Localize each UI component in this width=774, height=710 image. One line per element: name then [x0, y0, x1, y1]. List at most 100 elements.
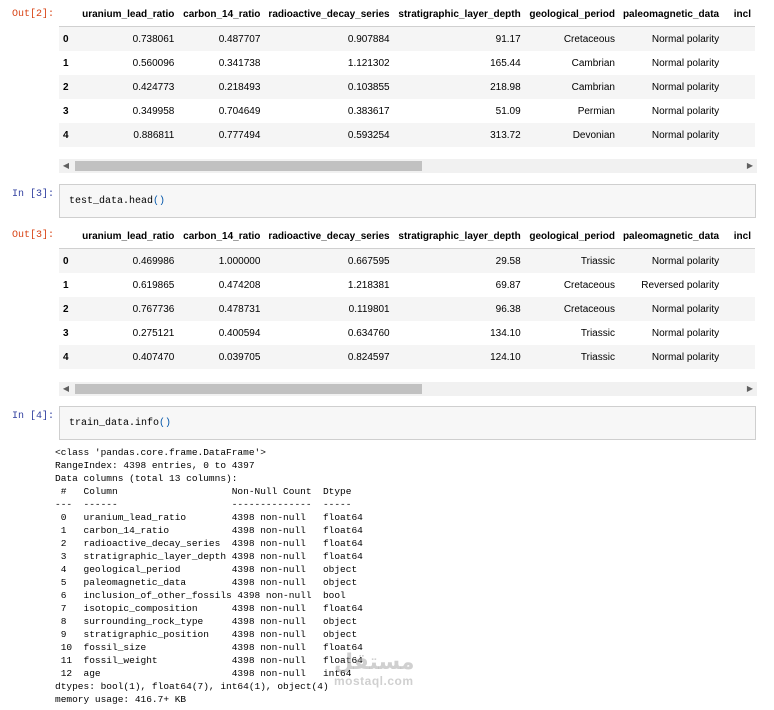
- table-cell: 0.777494: [178, 123, 265, 147]
- output-line: 12 age 4398 non-null int64: [55, 668, 363, 679]
- row-index: 4: [59, 123, 75, 147]
- table-row: 0 0.469986 1.000000 0.667595 29.58 Triassic No…: [59, 248, 755, 273]
- horizontal-scrollbar[interactable]: ◀ ▶: [59, 159, 757, 173]
- output-line: 8 surrounding_rock_type 4398 non-null ob…: [55, 616, 363, 627]
- table-cell-clipped: [723, 297, 755, 321]
- table-cell-clipped: [723, 75, 755, 99]
- row-index: 4: [59, 345, 75, 369]
- table-cell: Normal polarity: [618, 345, 724, 369]
- output-line: memory usage: 416.7+ KB: [55, 694, 187, 705]
- table-cell: Normal polarity: [651, 105, 720, 117]
- table-cell: 0.907884: [264, 26, 394, 51]
- code-parens: (): [159, 418, 172, 429]
- output-line: 1 carbon_14_ratio 4398 non-null float64: [55, 525, 363, 536]
- row-index: 3: [63, 105, 69, 117]
- output-line: 6 inclusion_of_other_fossils 4398 non-nu…: [55, 590, 363, 601]
- table-cell: Devonian: [524, 123, 619, 147]
- horizontal-scrollbar[interactable]: ◀ ▶: [59, 382, 757, 396]
- code-text[interactable]: train_data.info(): [69, 418, 171, 429]
- code-text[interactable]: test_data.head(): [69, 196, 165, 207]
- table-cell: 1.218381: [347, 279, 390, 291]
- table-cell: 165.44: [490, 57, 521, 69]
- row-index: 1: [63, 57, 69, 69]
- table-cell: Cretaceous: [524, 26, 619, 51]
- table-body: 0 0.469986 1.000000 0.667595 29.58 Triassic No…: [59, 248, 755, 369]
- table-cell-clipped: [723, 26, 755, 51]
- output-line: --- ------ -------------- -----: [55, 499, 363, 510]
- column-header: radioactive_decay_series: [264, 2, 394, 27]
- triangle-right-icon[interactable]: ▶: [743, 382, 757, 396]
- column-header: carbon_14_ratio: [178, 224, 265, 249]
- output-line: dtypes: bool(1), float64(7), int64(1), o…: [55, 681, 329, 692]
- table-cell: 1.121302: [347, 57, 390, 69]
- table-cell: 0.593254: [264, 123, 394, 147]
- triangle-left-icon[interactable]: ◀: [59, 159, 73, 173]
- table-cell: Permian: [577, 105, 615, 117]
- table-cell: 69.87: [495, 279, 521, 291]
- dataframe-table: uranium_lead_ratio carbon_14_ratio radio…: [59, 224, 755, 369]
- table-cell: 0.119801: [264, 297, 394, 321]
- table-row: 4 0.407470 0.039705 0.824597 124.10 Triassic N…: [59, 345, 755, 369]
- table-cell-clipped: [723, 273, 755, 297]
- output-line: 4 geological_period 4398 non-null object: [55, 564, 363, 575]
- index-header: [59, 224, 75, 249]
- table-cell: Reversed polarity: [641, 279, 720, 291]
- table-cell: 218.98: [393, 75, 525, 99]
- output-line: 3 stratigraphic_layer_depth 4398 non-nul…: [55, 551, 363, 562]
- table-row: 1 0.619865 0.474208 1.218381 69.87 Cretaceous…: [59, 273, 755, 297]
- table-body: 0 0.738061 0.487707 0.907884 91.17 Cretaceous…: [59, 26, 755, 147]
- scrollbar-thumb[interactable]: [75, 384, 422, 394]
- table-cell: 0.619865: [132, 279, 175, 291]
- code-cell-4[interactable]: train_data.info(): [59, 406, 756, 440]
- table-cell: Triassic: [524, 248, 619, 273]
- table-cell: 0.349958: [132, 105, 175, 117]
- dataframe-output-2: uranium_lead_ratio carbon_14_ratio radio…: [59, 2, 755, 147]
- table-cell: Triassic: [524, 345, 619, 369]
- table-cell: Normal polarity: [651, 327, 720, 339]
- table-cell: Normal polarity: [618, 75, 724, 99]
- table-cell: 0.738061: [75, 26, 179, 51]
- in-prompt-3: In [3]:: [11, 189, 54, 200]
- column-header: geological_period: [524, 2, 619, 27]
- output-line: # Column Non-Null Count Dtype: [55, 486, 363, 497]
- table-cell: 0.400594: [218, 327, 261, 339]
- table-row: 3 0.349958 0.704649 0.383617 51.09 Permian Nor…: [59, 99, 755, 123]
- table-cell: 29.58: [393, 248, 525, 273]
- table-cell: 0.218493: [178, 75, 265, 99]
- column-header: carbon_14_ratio: [178, 2, 265, 27]
- table-cell: 0.667595: [264, 248, 394, 273]
- table-cell: 0.469986: [75, 248, 179, 273]
- table-cell: 0.383617: [347, 105, 390, 117]
- dataframe-table: uranium_lead_ratio carbon_14_ratio radio…: [59, 2, 755, 147]
- info-output: <class 'pandas.core.frame.DataFrame'> Ran…: [55, 446, 363, 706]
- out-prompt-3: Out[3]:: [11, 230, 54, 241]
- table-cell: 96.38: [393, 297, 525, 321]
- column-header: incl: [723, 224, 755, 249]
- output-line: 10 fossil_size 4398 non-null float64: [55, 642, 363, 653]
- watermark-arabic: مستقل: [334, 650, 415, 675]
- table-cell: Normal polarity: [618, 248, 724, 273]
- table-cell: 91.17: [393, 26, 525, 51]
- dataframe-output-3: uranium_lead_ratio carbon_14_ratio radio…: [59, 224, 755, 369]
- scrollbar-thumb[interactable]: [75, 161, 422, 171]
- code-cell-3[interactable]: test_data.head(): [59, 184, 756, 218]
- table-cell: 0.474208: [218, 279, 261, 291]
- table-cell: 0.341738: [218, 57, 261, 69]
- table-cell-clipped: [723, 123, 755, 147]
- table-cell-clipped: [723, 248, 755, 273]
- table-cell: 0.704649: [218, 105, 261, 117]
- column-header: paleomagnetic_data: [618, 224, 724, 249]
- output-line: 0 uranium_lead_ratio 4398 non-null float…: [55, 512, 363, 523]
- table-row: 4 0.886811 0.777494 0.593254 313.72 Devonian N…: [59, 123, 755, 147]
- header-row: uranium_lead_ratio carbon_14_ratio radio…: [59, 2, 755, 27]
- table-cell: 0.103855: [264, 75, 394, 99]
- triangle-left-icon[interactable]: ◀: [59, 382, 73, 396]
- code-parens: (): [153, 196, 166, 207]
- table-cell: Cambrian: [571, 57, 615, 69]
- output-line: 2 radioactive_decay_series 4398 non-null…: [55, 538, 363, 549]
- table-cell-clipped: [723, 345, 755, 369]
- column-header: radioactive_decay_series: [264, 224, 394, 249]
- triangle-right-icon[interactable]: ▶: [743, 159, 757, 173]
- out-prompt-2: Out[2]:: [11, 9, 54, 20]
- table-cell: 0.767736: [75, 297, 179, 321]
